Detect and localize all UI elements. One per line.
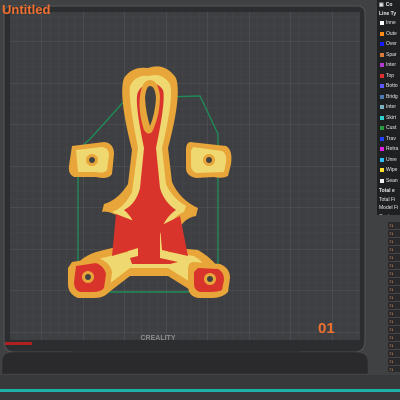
legend-panel: ▣ Co Line Ty Inne Oute Over Spar Inter Top Bot… xyxy=(377,0,400,215)
color-swatch xyxy=(380,73,384,78)
layer-value: 71 xyxy=(388,350,400,358)
legend-item[interactable]: Top xyxy=(377,71,400,82)
legend-item[interactable]: Cust xyxy=(377,123,400,134)
layer-value: 71 xyxy=(388,246,400,254)
layer-value: 71 xyxy=(388,302,400,310)
stat-label: Total Fi xyxy=(379,196,396,203)
layer-value: 71 xyxy=(388,270,400,278)
build-plate[interactable]: CREALITY xyxy=(0,0,400,400)
color-swatch xyxy=(380,168,384,173)
color-swatch xyxy=(380,21,384,26)
color-swatch xyxy=(380,42,384,47)
collapse-icon[interactable]: ▣ xyxy=(379,2,384,8)
layer-value: 71 xyxy=(388,262,400,270)
plate-indicator xyxy=(5,342,32,345)
legend-item[interactable]: Bridg xyxy=(377,92,400,103)
legend-item-label: Inter xyxy=(386,62,397,69)
legend-item[interactable]: Inter xyxy=(377,60,400,71)
legend-list: Inne Oute Over Spar Inter Top Botto Bridg Inter S… xyxy=(377,18,400,186)
legend-item[interactable]: Sean xyxy=(377,176,400,187)
layer-progress-bar[interactable] xyxy=(0,389,400,392)
layer-value: 71 xyxy=(388,294,400,302)
color-swatch xyxy=(380,157,384,162)
pad-bottom-right xyxy=(188,262,230,298)
legend-item-label: Botto xyxy=(386,83,398,90)
line-type-label[interactable]: Line Ty xyxy=(377,10,400,18)
legend-item-label: Bridg xyxy=(386,93,398,100)
color-swatch xyxy=(380,105,384,110)
layer-slider[interactable]: 7171717171717171717171717171717171717171 xyxy=(388,222,400,372)
legend-item[interactable]: Botto xyxy=(377,81,400,92)
color-swatch xyxy=(380,84,384,89)
layer-value: 71 xyxy=(388,366,400,372)
layer-value: 71 xyxy=(388,254,400,262)
legend-item-label: Oute xyxy=(386,30,397,37)
legend-item-label: Over xyxy=(386,41,397,48)
legend-item-label: Inne xyxy=(386,20,396,27)
legend-item[interactable]: Retra xyxy=(377,144,400,155)
color-swatch xyxy=(380,63,384,68)
layer-value: 71 xyxy=(388,222,400,230)
color-swatch xyxy=(380,136,384,141)
color-swatch xyxy=(380,178,384,183)
legend-item-label: Unre xyxy=(386,156,397,163)
legend-item[interactable]: Unre xyxy=(377,155,400,166)
layer-value: 71 xyxy=(388,278,400,286)
pad-top-left xyxy=(68,142,114,178)
legend-item-label: Cust xyxy=(386,125,397,132)
color-swatch xyxy=(380,115,384,120)
legend-item-label: Top xyxy=(386,72,395,79)
color-swatch xyxy=(380,31,384,36)
color-swatch xyxy=(380,52,384,57)
legend-item-label: Wipe xyxy=(386,167,398,174)
layer-value: 71 xyxy=(388,230,400,238)
layer-value: 71 xyxy=(388,286,400,294)
color-swatch xyxy=(380,126,384,131)
legend-item[interactable]: Skirt xyxy=(377,113,400,124)
stat-label: Total e xyxy=(379,188,395,194)
legend-item[interactable]: Spar xyxy=(377,50,400,61)
legend-item-label: Sean xyxy=(386,177,398,184)
legend-item-label: Inter xyxy=(386,104,397,111)
legend-item[interactable]: Wipe xyxy=(377,165,400,176)
bottom-toolbar xyxy=(0,375,400,400)
pad-top-right xyxy=(186,142,232,178)
legend-item[interactable]: Trav xyxy=(377,134,400,145)
stat-label: Model Fi xyxy=(379,205,399,211)
bed-brand-label: CREALITY xyxy=(141,335,176,342)
legend-header-label: Co xyxy=(385,2,393,8)
legend-header[interactable]: ▣ Co xyxy=(377,0,400,10)
legend-item[interactable]: Over xyxy=(377,39,400,50)
3d-viewport[interactable]: CREALITY Untitled 01 xyxy=(0,0,400,400)
legend-item-label: Retra xyxy=(386,146,399,153)
color-swatch xyxy=(380,94,384,99)
legend-item[interactable]: Oute xyxy=(377,29,400,40)
pad-bottom-left xyxy=(68,258,112,298)
stats-list: Total eTotal FiModel FiCost:PrepareModel… xyxy=(377,188,400,215)
legend-item[interactable]: Inne xyxy=(377,18,400,29)
layer-value: 71 xyxy=(388,310,400,318)
plate-number[interactable]: 01 xyxy=(318,320,335,337)
project-title: Untitled xyxy=(2,2,51,17)
legend-item-label: Trav xyxy=(386,135,396,142)
color-swatch xyxy=(380,147,384,152)
stat-label: Cost: xyxy=(379,214,400,216)
legend-item-label: Skirt xyxy=(386,114,396,121)
layer-value: 71 xyxy=(388,358,400,366)
layer-value: 71 xyxy=(388,238,400,246)
legend-item-label: Spar xyxy=(386,51,397,58)
layer-value: 71 xyxy=(388,318,400,326)
layer-value: 71 xyxy=(388,334,400,342)
bed-base xyxy=(1,351,369,375)
layer-value: 71 xyxy=(388,342,400,350)
legend-item[interactable]: Inter xyxy=(377,102,400,113)
layer-value: 71 xyxy=(388,326,400,334)
